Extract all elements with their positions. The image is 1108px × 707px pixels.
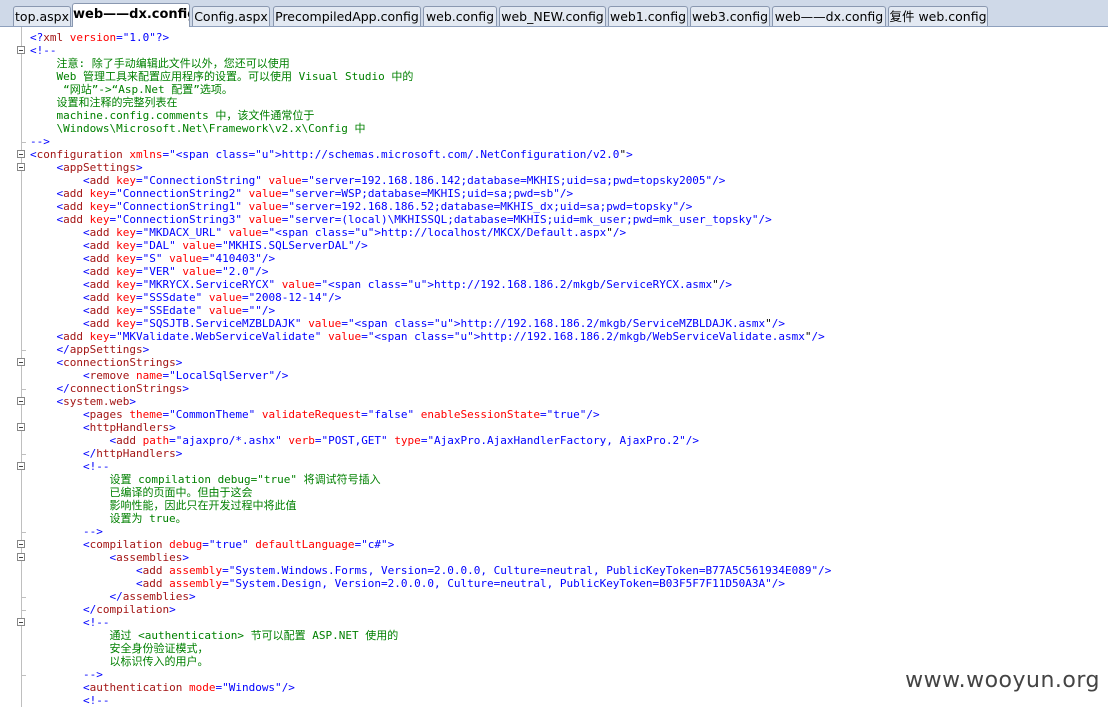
tab-web-dx-config-active[interactable]: web——dx.config [72, 3, 190, 27]
code-line: 通过 <authentication> 节可以配置 ASP.NET 使用的 [30, 629, 399, 642]
fold-end-marker [21, 389, 26, 390]
tab-config-aspx[interactable]: Config.aspx [192, 6, 270, 26]
fold-end-marker [21, 454, 26, 455]
code-line: <httpHandlers> [82, 421, 176, 434]
fold-toggle-icon[interactable] [17, 618, 25, 626]
code-line: <add key="MKDACX_URL" value="<span class… [82, 226, 627, 239]
code-line: 设置和注释的完整列表在 [30, 96, 178, 109]
fold-toggle-icon[interactable] [17, 423, 25, 431]
code-line: <add assembly="System.Windows.Forms, Ver… [135, 564, 832, 577]
code-line: 安全身份验证模式， [30, 642, 209, 655]
code-line: <add key="ConnectionString2" value="serv… [56, 187, 574, 200]
code-line: <?xml version="1.0"?> [30, 31, 170, 44]
code-line: 已编译的页面中。但由于这会 [30, 486, 253, 499]
code-line: \Windows\Microsoft.Net\Framework\v2.x\Co… [30, 122, 366, 135]
tab-web-dx-config-2[interactable]: web——dx.config [772, 6, 886, 26]
code-line: </httpHandlers> [82, 447, 183, 460]
watermark: www.wooyun.org [905, 668, 1100, 693]
fold-end-marker [21, 675, 26, 676]
code-line: 设置为 true。 [30, 512, 187, 525]
tab-precompiledapp-config[interactable]: PrecompiledApp.config [273, 6, 421, 26]
code-editor[interactable]: <?xml version="1.0"?> <!-- 注意: 除了手动编辑此文件以… [0, 27, 1108, 707]
fold-toggle-icon[interactable] [17, 397, 25, 405]
code-line: </assemblies> [109, 590, 196, 603]
code-line: <remove name="LocalSqlServer"/> [82, 369, 289, 382]
code-line: </compilation> [82, 603, 176, 616]
code-line: 影响性能，因此只在开发过程中将此值 [30, 499, 297, 512]
fold-toggle-icon[interactable] [17, 163, 25, 171]
tab-top-aspx[interactable]: top.aspx [13, 6, 71, 26]
fold-margin [21, 27, 22, 707]
code-line: <!-- [82, 694, 110, 707]
code-line: <add key="DAL" value="MKHIS.SQLServerDAL… [82, 239, 368, 252]
code-line: 设置 compilation debug="true" 将调试符号插入 [30, 473, 381, 486]
code-line: <add key="SSEdate" value=""/> [82, 304, 276, 317]
code-line: <system.web> [56, 395, 136, 408]
code-line: --> [30, 668, 103, 681]
code-line: <authentication mode="Windows"/> [82, 681, 295, 694]
tab-web-config[interactable]: web.config [423, 6, 497, 26]
code-line: <add key="MKValidate.WebServiceValidate"… [56, 330, 825, 343]
fold-end-marker [21, 597, 26, 598]
code-line: <add key="S" value="410403"/> [82, 252, 276, 265]
code-line: <!-- [30, 44, 57, 57]
fold-toggle-icon[interactable] [17, 462, 25, 470]
tab-copy-web-config[interactable]: 复件 web.config [888, 6, 988, 26]
fold-end-marker [21, 532, 26, 533]
fold-end-marker [21, 610, 26, 611]
code-line: <!-- [82, 460, 110, 473]
code-line: 以标识传入的用户。 [30, 655, 209, 668]
code-line: <assemblies> [109, 551, 189, 564]
code-line: </appSettings> [56, 343, 150, 356]
fold-toggle-icon[interactable] [17, 150, 25, 158]
fold-toggle-icon[interactable] [17, 358, 25, 366]
code-line: <add assembly="System.Design, Version=2.… [135, 577, 786, 590]
code-line: --> [30, 135, 50, 148]
code-line: --> [30, 525, 103, 538]
code-line: <configuration xmlns="<span class="u">ht… [30, 148, 633, 161]
tab-web3-config[interactable]: web3.config [690, 6, 770, 26]
fold-toggle-icon[interactable] [17, 553, 25, 561]
code-line: <pages theme="CommonTheme" validateReque… [82, 408, 600, 421]
code-line: Web 管理工具来配置应用程序的设置。可以使用 Visual Studio 中的 [30, 70, 414, 83]
fold-end-marker [21, 350, 26, 351]
document-tab-bar: top.aspx Config.aspx PrecompiledApp.conf… [0, 0, 1108, 27]
code-line: <add path="ajaxpro/*.ashx" verb="POST,GE… [109, 434, 699, 447]
code-line: machine.config.comments 中，该文件通常位于 [30, 109, 315, 122]
tab-web1-config[interactable]: web1.config [608, 6, 688, 26]
code-line: <add key="MKRYCX.ServiceRYCX" value="<sp… [82, 278, 733, 291]
code-line: <appSettings> [56, 161, 143, 174]
code-line: <add key="ConnectionString3" value="serv… [56, 213, 772, 226]
code-line: </connectionStrings> [56, 382, 189, 395]
tab-web-new-config[interactable]: web_NEW.config [499, 6, 606, 26]
code-line: <add key="ConnectionString1" value="serv… [56, 200, 693, 213]
code-line: “网站”->“Asp.Net 配置”选项。 [30, 83, 233, 96]
code-line: <add key="VER" value="2.0"/> [82, 265, 269, 278]
code-line: <!-- [82, 616, 110, 629]
fold-toggle-icon[interactable] [17, 540, 25, 548]
fold-toggle-icon[interactable] [17, 46, 25, 54]
code-line: <add key="SSSdate" value="2008-12-14"/> [82, 291, 342, 304]
code-line: <add key="SQSJTB.ServiceMZBLDAJK" value=… [82, 317, 786, 330]
code-line: <connectionStrings> [56, 356, 183, 369]
fold-end-marker [21, 142, 26, 143]
code-line: <compilation debug="true" defaultLanguag… [82, 538, 395, 551]
code-line: 注意: 除了手动编辑此文件以外，您还可以使用 [30, 57, 290, 70]
code-line: <add key="ConnectionString" value="serve… [82, 174, 726, 187]
